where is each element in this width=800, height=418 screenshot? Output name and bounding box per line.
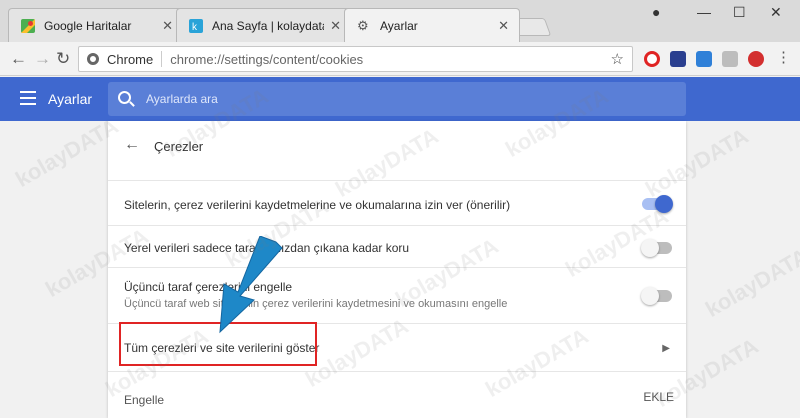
tab-google-maps[interactable]: Google Haritalar ✕ xyxy=(8,8,184,42)
cookies-settings-card: ← Çerezler Sitelerin, çerez verilerini k… xyxy=(108,121,686,418)
reload-icon[interactable]: ↻ xyxy=(56,49,70,69)
pinterest-icon[interactable] xyxy=(748,51,764,67)
site-label: Chrome xyxy=(107,51,154,67)
keep-local-data-toggle[interactable] xyxy=(641,239,672,257)
gear-icon: ⚙ xyxy=(357,17,369,33)
setting-row-keep-local-data[interactable]: Yerel verileri sadece tarayıcınızdan çık… xyxy=(108,225,686,267)
back-icon[interactable]: ← xyxy=(10,49,27,69)
tab-title: Ayarlar xyxy=(380,18,418,33)
tab-title: Ana Sayfa | kolaydata.cor xyxy=(212,18,324,33)
hamburger-menu-icon[interactable] xyxy=(20,91,36,109)
bookmark-star-icon[interactable]: ☆ xyxy=(611,50,624,68)
kolaydata-icon: k xyxy=(189,18,203,33)
search-placeholder: Ayarlarda ara xyxy=(146,92,218,106)
block-section-label: Engelle xyxy=(124,393,165,407)
setting-row-block-third-party[interactable]: Üçüncü taraf çerezlerini engelle Üçüncü … xyxy=(108,267,686,323)
chevron-right-icon: ▶ xyxy=(662,343,670,354)
menu-kebab-icon[interactable]: ⋮ xyxy=(776,48,791,66)
extension-icon[interactable] xyxy=(670,51,686,67)
tab-strip: Google Haritalar ✕ k Ana Sayfa | kolayda… xyxy=(0,0,800,42)
extension-icon[interactable] xyxy=(696,51,712,67)
tab-settings[interactable]: ⚙ Ayarlar ✕ xyxy=(344,8,520,42)
search-icon xyxy=(118,91,131,104)
close-window-icon[interactable]: ✕ xyxy=(770,4,782,21)
tab-kolaydata[interactable]: k Ana Sayfa | kolaydata.cor ✕ xyxy=(176,8,352,42)
close-icon[interactable]: ✕ xyxy=(330,18,341,34)
close-icon[interactable]: ✕ xyxy=(162,18,173,34)
url-text: chrome://settings/content/cookies xyxy=(170,51,364,67)
setting-label: Sitelerin, çerez verilerini kaydetmeleri… xyxy=(124,198,511,212)
tab-title: Google Haritalar xyxy=(44,18,132,33)
setting-sublabel: Üçüncü taraf web sitelerinin çerez veril… xyxy=(124,298,508,310)
watermark-text: kolayDATA xyxy=(11,113,123,192)
setting-row-allow-cookies[interactable]: Sitelerin, çerez verilerini kaydetmeleri… xyxy=(108,180,686,225)
minimize-icon[interactable]: — xyxy=(697,4,711,20)
page-title: Ayarlar xyxy=(48,91,93,107)
forward-icon[interactable]: → xyxy=(34,49,51,69)
section-title: Çerezler xyxy=(154,139,204,154)
search-input[interactable]: Ayarlarda ara xyxy=(108,82,686,116)
annotation-arrow-icon xyxy=(219,236,283,334)
settings-header: Ayarlar Ayarlarda ara xyxy=(0,77,800,121)
address-bar[interactable]: Chrome chrome://settings/content/cookies… xyxy=(78,46,633,72)
browser-toolbar: ← → ↻ Chrome chrome://settings/content/c… xyxy=(0,42,800,76)
add-button[interactable]: EKLE xyxy=(643,390,674,404)
profile-icon[interactable]: ● xyxy=(652,4,660,20)
toggle-knob xyxy=(655,195,673,213)
close-icon[interactable]: ✕ xyxy=(498,18,509,34)
allow-cookies-toggle[interactable] xyxy=(642,195,673,213)
watermark-text: kolayDATA xyxy=(701,243,800,322)
block-third-party-toggle[interactable] xyxy=(641,287,672,305)
toggle-knob xyxy=(641,287,659,305)
back-arrow-icon[interactable]: ← xyxy=(124,136,140,154)
maximize-icon[interactable]: ☐ xyxy=(733,4,746,21)
divider xyxy=(161,51,163,67)
chrome-icon xyxy=(87,53,99,65)
extension-icon[interactable] xyxy=(722,51,738,67)
google-maps-icon xyxy=(21,18,35,33)
opera-extension-icon[interactable] xyxy=(644,51,660,67)
block-section xyxy=(108,371,686,418)
toggle-knob xyxy=(641,239,659,257)
